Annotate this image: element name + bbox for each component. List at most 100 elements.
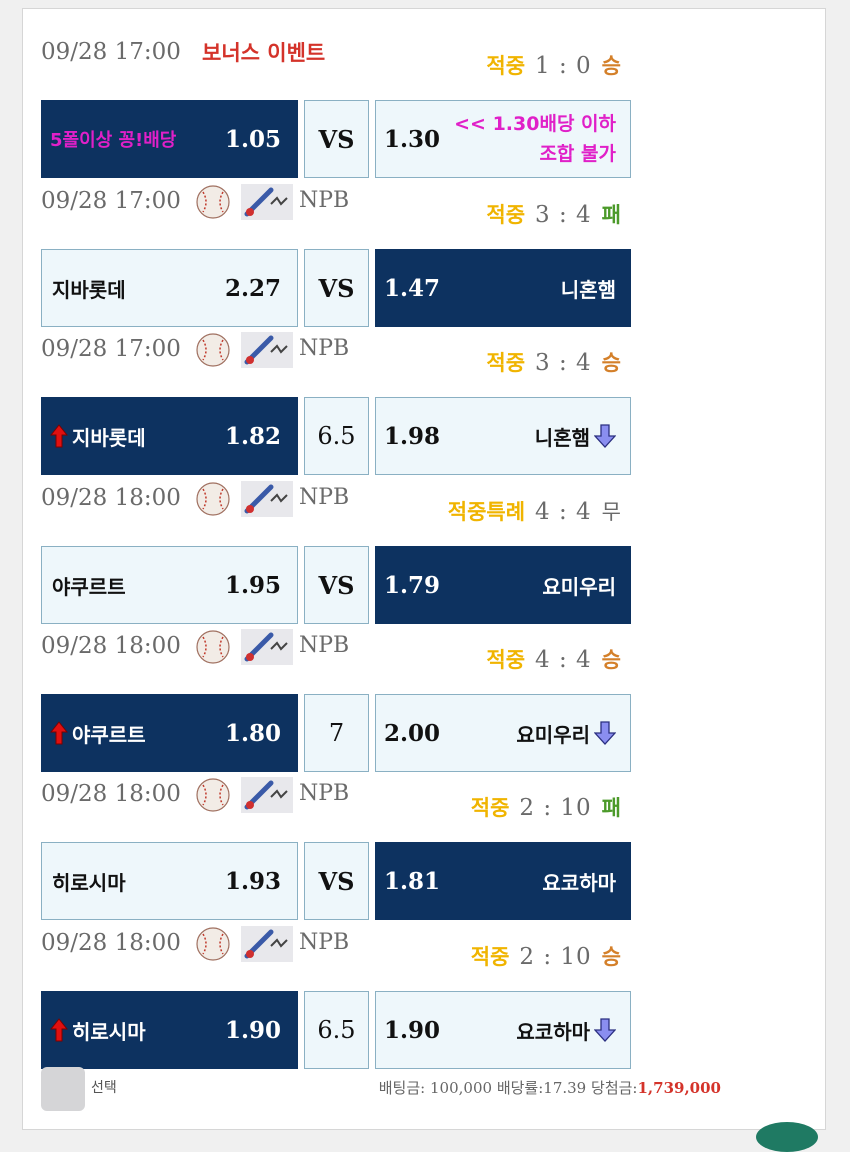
select-label: 선택 [91, 1080, 117, 1096]
floating-action-button[interactable] [756, 1122, 818, 1152]
result: 적중 3 : 4 패 [486, 199, 621, 229]
bat-icon [241, 332, 293, 368]
game-datetime: 09/28 18:00 [41, 781, 181, 807]
baseball-icon [195, 332, 231, 368]
home-team-name: 지바롯데 [52, 274, 126, 303]
home-team-name: 야쿠르트 [49, 719, 146, 748]
away-team-label: 니혼햄 [560, 277, 616, 302]
middle-value: VS [318, 273, 355, 303]
away-team-label: 요코하마 [516, 1019, 590, 1044]
home-team-name: 지바롯데 [49, 422, 146, 451]
game-datetime: 09/28 18:00 [41, 633, 181, 659]
game-datetime: 09/28 17:00 [41, 188, 181, 214]
home-odd: 1.93 [224, 867, 281, 895]
baseball-icon [195, 777, 231, 813]
baseball-icon [195, 629, 231, 665]
home-odd: 1.80 [224, 719, 281, 747]
home-team-label: 히로시마 [52, 870, 126, 895]
result: 적중 3 : 4 승 [486, 347, 621, 377]
result-label: 적중특례 [447, 500, 526, 524]
away-odd: 1.30 [384, 125, 441, 153]
home-odd: 1.95 [224, 571, 281, 599]
away-odd: 1.98 [384, 422, 441, 450]
result-outcome: 무 [601, 500, 621, 524]
result-score: 3 : 4 [535, 202, 592, 228]
result: 적중 2 : 10 승 [471, 941, 621, 971]
game-block: 09/28 17:00 보너스 이벤트 적중 1 : 0 승 5폴이상 꽁!배당 1.05 V… [41, 17, 631, 178]
league-name: NPB [299, 633, 350, 658]
result-label: 적중 [470, 796, 510, 820]
result-label: 적중 [470, 945, 510, 969]
result-outcome: 승 [601, 351, 621, 375]
odds-row: 히로시마 1.90 6.5 1.90 요코하마 [41, 991, 631, 1069]
result-label: 적중 [486, 351, 526, 375]
result-outcome: 승 [601, 54, 621, 78]
game-block: 09/28 17:00 NPB 적중 3 : 4 승 지바롯데 1.82 6.5 1.98 니혼햄 [41, 314, 631, 475]
handicap-or-vs[interactable]: 6.5 [304, 991, 369, 1069]
game-info: 09/28 18:00 NPB 적중 4 : 4 승 [41, 611, 631, 674]
game-info: 09/28 17:00 NPB 적중 3 : 4 승 [41, 314, 631, 377]
away-team-name: 요미우리 [542, 571, 616, 600]
away-team-label: 요미우리 [542, 574, 616, 599]
baseball-icon [195, 926, 231, 962]
promo-line-1: << 1.30배당 이하 [454, 113, 616, 135]
league-name: NPB [299, 188, 350, 213]
away-odd: 1.79 [384, 571, 441, 599]
bat-icon [241, 926, 293, 962]
game-datetime: 09/28 17:00 [41, 39, 181, 65]
away-team-name: 요미우리 [516, 719, 617, 748]
bet-summary-text: 배팅금: 100,000 배당률:17.39 당첨금:1,739,000 [379, 1077, 721, 1098]
away-team-label: 요코하마 [542, 870, 616, 895]
result-label: 적중 [486, 54, 526, 78]
bet-summary-footer: 선택 배팅금: 100,000 배당률:17.39 당첨금:1,739,000 [41, 1065, 741, 1115]
select-checkbox[interactable] [41, 1067, 85, 1111]
result-outcome: 승 [601, 945, 621, 969]
middle-value: VS [318, 570, 355, 600]
league-name: NPB [299, 485, 350, 510]
league-name: NPB [299, 781, 350, 806]
home-odds-button[interactable]: 히로시마 1.90 [41, 991, 298, 1069]
home-team-label: 지바롯데 [72, 425, 146, 450]
home-team-name: 히로시마 [49, 1016, 146, 1045]
away-odd: 1.90 [384, 1016, 441, 1044]
away-team-label: 요미우리 [516, 722, 590, 747]
result-score: 4 : 4 [535, 499, 592, 525]
result-outcome: 패 [601, 796, 621, 820]
game-datetime: 09/28 18:00 [41, 930, 181, 956]
event-label: 보너스 이벤트 [202, 41, 326, 65]
result: 적중 2 : 10 패 [471, 792, 621, 822]
result: 적중특례 4 : 4 무 [448, 496, 621, 526]
arrow-down-icon [593, 1017, 617, 1042]
bet-amount-value: 100,000 [430, 1079, 493, 1097]
result: 적중 1 : 0 승 [486, 50, 621, 80]
result-outcome: 승 [601, 648, 621, 672]
home-team-name: 5폴이상 꽁!배당 [50, 130, 177, 151]
result-label: 적중 [486, 648, 526, 672]
promo-line-2: 조합 불가 [539, 143, 616, 165]
result-label: 적중 [486, 203, 526, 227]
home-odd: 1.05 [224, 125, 281, 153]
game-block: 09/28 18:00 NPB 적중 4 : 4 승 야쿠르트 1.80 7 2.00 요미우리 [41, 611, 631, 772]
middle-value: 6.5 [317, 422, 356, 450]
game-datetime: 09/28 18:00 [41, 485, 181, 511]
odds-value: 17.39 [543, 1079, 587, 1097]
away-team-name: 요코하마 [542, 867, 616, 896]
league-name: NPB [299, 930, 350, 955]
odds-label: 배당률: [496, 1079, 544, 1097]
winnings-value: 1,739,000 [637, 1079, 721, 1097]
game-datetime: 09/28 17:00 [41, 336, 181, 362]
away-odds-button[interactable]: 1.90 요코하마 [375, 991, 631, 1069]
game-info: 09/28 17:00 NPB 적중 3 : 4 패 [41, 166, 631, 229]
bet-amount-label: 배팅금: [378, 1079, 426, 1097]
result-outcome: 패 [601, 203, 621, 227]
game-info: 09/28 18:00 NPB 적중특례 4 : 4 무 [41, 463, 631, 526]
arrow-up-icon [49, 720, 69, 745]
away-team-name: 니혼햄 [561, 274, 616, 303]
game-block: 09/28 18:00 NPB 적중 2 : 10 패 히로시마 1.93 VS 1.81 요코하… [41, 759, 631, 920]
game-info: 09/28 18:00 NPB 적중 2 : 10 승 [41, 908, 631, 971]
arrow-up-icon [49, 423, 69, 448]
result: 적중 4 : 4 승 [486, 644, 621, 674]
result-score: 3 : 4 [535, 350, 592, 376]
game-block: 09/28 18:00 NPB 적중 2 : 10 승 히로시마 1.90 6.5 1.90 요코… [41, 908, 631, 1069]
bat-icon [241, 777, 293, 813]
